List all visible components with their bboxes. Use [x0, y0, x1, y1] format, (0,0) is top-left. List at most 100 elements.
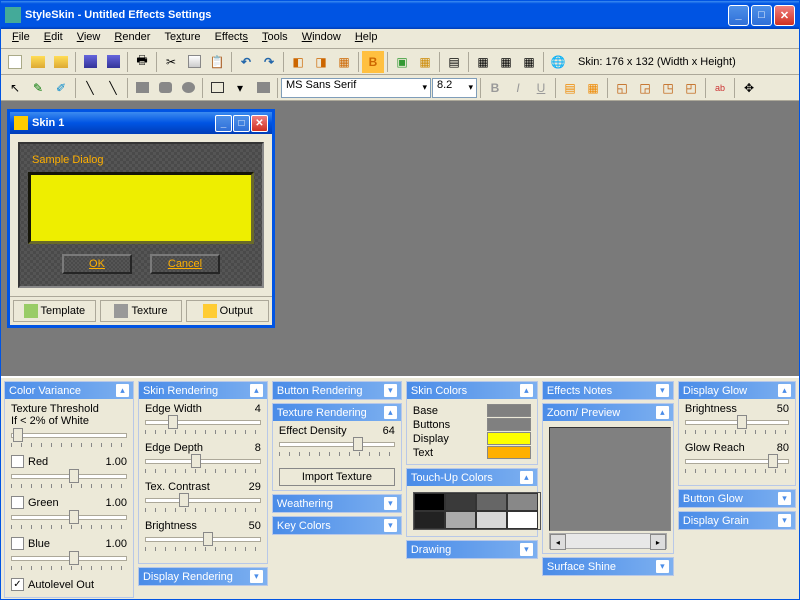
ab-icon[interactable]: ab [709, 77, 731, 99]
skin-maximize[interactable]: □ [233, 115, 250, 132]
expand-icon[interactable]: ▾ [656, 560, 669, 573]
drawing-header[interactable]: Drawing▾ [407, 541, 537, 558]
ellipse-fill-tool[interactable] [177, 77, 199, 99]
display-grain-header[interactable]: Display Grain▾ [679, 512, 795, 529]
touch-swatch[interactable] [507, 511, 538, 529]
paste-button[interactable]: 📋 [206, 51, 228, 73]
align1-icon[interactable]: ▤ [559, 77, 581, 99]
green-checkbox[interactable] [11, 496, 24, 509]
red-checkbox[interactable] [11, 455, 24, 468]
expand-icon[interactable]: ▾ [384, 519, 397, 532]
render-button2[interactable]: ◨ [310, 51, 332, 73]
button-rendering-header[interactable]: Button Rendering▾ [273, 382, 401, 399]
grid2-icon[interactable]: ▦ [495, 51, 517, 73]
grid3-icon[interactable]: ▦ [518, 51, 540, 73]
line2-tool[interactable]: ╲ [102, 77, 124, 99]
new-button[interactable] [4, 51, 26, 73]
menu-edit[interactable]: Edit [37, 29, 70, 48]
touch-swatch[interactable] [476, 511, 507, 529]
expand-icon[interactable]: ▾ [656, 384, 669, 397]
skin-close[interactable]: ✕ [251, 115, 268, 132]
open-button[interactable] [27, 51, 49, 73]
collapse-icon[interactable]: ▴ [520, 384, 533, 397]
touch-swatch[interactable] [445, 511, 476, 529]
rect-outline-tool[interactable] [206, 77, 228, 99]
brush-tool[interactable]: ✐ [50, 77, 72, 99]
menu-file[interactable]: File [5, 29, 37, 48]
layout-icon[interactable]: ▤ [443, 51, 465, 73]
collapse-icon[interactable]: ▴ [778, 384, 791, 397]
touch-swatch[interactable] [445, 493, 476, 511]
move-icon[interactable]: ✥ [738, 77, 760, 99]
render-button1[interactable]: ◧ [287, 51, 309, 73]
underline-button[interactable]: U [530, 77, 552, 99]
tab-output[interactable]: Output [186, 300, 269, 322]
tab-texture[interactable]: Texture [100, 300, 183, 322]
print-button[interactable]: 🖶 [131, 51, 153, 73]
threshold-slider[interactable] [11, 429, 127, 443]
redo-button[interactable]: ↷ [258, 51, 280, 73]
menu-view[interactable]: View [70, 29, 108, 48]
touch-swatch[interactable] [414, 493, 445, 511]
grid1-icon[interactable]: ▦ [472, 51, 494, 73]
skin-ok-button[interactable]: OK [62, 254, 132, 274]
edge-depth-slider[interactable] [145, 455, 261, 469]
maximize-button[interactable]: □ [751, 5, 772, 26]
skin-rendering-header[interactable]: Skin Rendering▴ [139, 382, 267, 399]
fill-tool[interactable]: ▾ [229, 77, 251, 99]
edge-width-slider[interactable] [145, 416, 261, 430]
display-glow-header[interactable]: Display Glow▴ [679, 382, 795, 399]
menu-help[interactable]: Help [348, 29, 385, 48]
base-color-swatch[interactable] [487, 404, 531, 417]
touch-swatch[interactable] [507, 493, 538, 511]
weathering-header[interactable]: Weathering▾ [273, 495, 401, 512]
red-slider[interactable] [11, 470, 127, 484]
preview-icon[interactable]: ▣ [391, 51, 413, 73]
collapse-icon[interactable]: ▴ [656, 406, 669, 419]
green-slider[interactable] [11, 511, 127, 525]
texture-rendering-header[interactable]: Texture Rendering▴ [273, 404, 401, 421]
font-name-combo[interactable]: MS Sans Serif [281, 78, 431, 98]
pointer-tool[interactable]: ↖ [4, 77, 26, 99]
blue-checkbox[interactable] [11, 537, 24, 550]
brightness-slider[interactable] [145, 533, 261, 547]
render-button3[interactable]: ▦ [333, 51, 355, 73]
buttons-color-swatch[interactable] [487, 418, 531, 431]
key-colors-header[interactable]: Key Colors▾ [273, 517, 401, 534]
skin-colors-header[interactable]: Skin Colors▴ [407, 382, 537, 399]
menu-tools[interactable]: Tools [255, 29, 295, 48]
save-button[interactable] [79, 51, 101, 73]
menu-render[interactable]: Render [107, 29, 157, 48]
rect-gray-tool[interactable] [252, 77, 274, 99]
effect-density-slider[interactable] [279, 438, 395, 452]
close-button[interactable]: ✕ [774, 5, 795, 26]
bold-toolbar-button[interactable]: B [362, 51, 384, 73]
display-rendering-header[interactable]: Display Rendering▾ [139, 568, 267, 585]
blue-slider[interactable] [11, 552, 127, 566]
copy-button[interactable] [183, 51, 205, 73]
tab-template[interactable]: Template [13, 300, 96, 322]
minimize-button[interactable]: _ [728, 5, 749, 26]
italic-button[interactable]: I [507, 77, 529, 99]
text-color-swatch[interactable] [487, 446, 531, 459]
autolevel-checkbox[interactable]: ✓ [11, 578, 24, 591]
layer1-icon[interactable]: ◱ [611, 77, 633, 99]
collapse-icon[interactable]: ▴ [116, 384, 129, 397]
expand-icon[interactable]: ▾ [384, 497, 397, 510]
line-tool[interactable]: ╲ [79, 77, 101, 99]
menu-texture[interactable]: Texture [157, 29, 207, 48]
layer3-icon[interactable]: ◳ [657, 77, 679, 99]
glow-reach-slider[interactable] [685, 455, 789, 469]
menu-window[interactable]: Window [295, 29, 348, 48]
import-texture-button[interactable]: Import Texture [279, 468, 395, 486]
color-variance-header[interactable]: Color Variance▴ [5, 382, 133, 399]
align2-icon[interactable]: ▦ [582, 77, 604, 99]
menu-effects[interactable]: Effects [208, 29, 255, 48]
layer4-icon[interactable]: ◰ [680, 77, 702, 99]
font-size-combo[interactable]: 8.2 [432, 78, 477, 98]
pen-tool[interactable]: ✎ [27, 77, 49, 99]
world-icon[interactable]: 🌐 [547, 51, 569, 73]
touchup-colors-header[interactable]: Touch-Up Colors▴ [407, 469, 537, 486]
collapse-icon[interactable]: ▴ [250, 384, 263, 397]
touch-swatch[interactable] [476, 493, 507, 511]
